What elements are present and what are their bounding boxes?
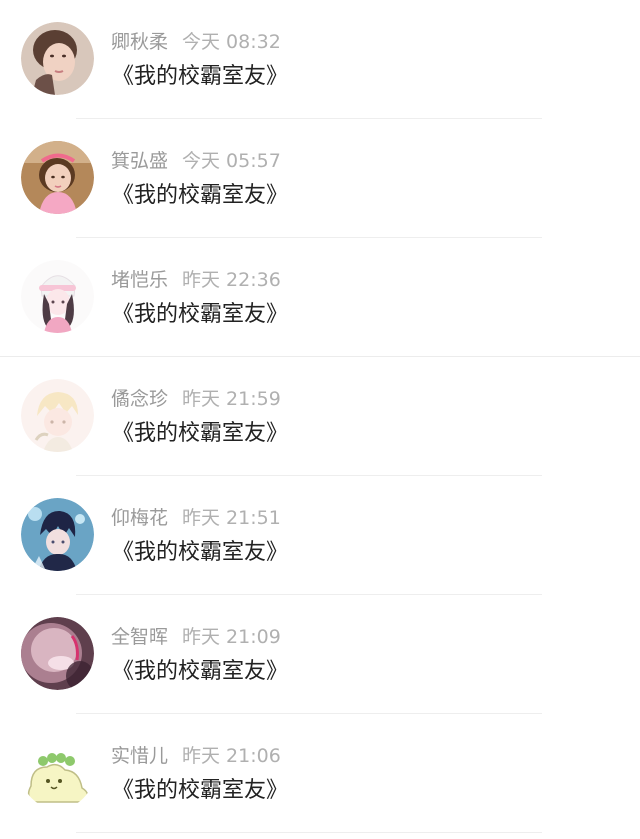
sender-name[interactable]: 卿秋柔 [111,31,168,53]
user-avatar[interactable] [21,260,94,333]
message-time: 今天 05:57 [182,150,281,172]
message-item[interactable]: 仰梅花 昨天 21:51 《我的校霸室友》 [0,476,640,595]
message-time: 昨天 21:06 [182,745,281,767]
anime-girl-avatar-icon [21,260,94,333]
sender-name[interactable]: 僪念珍 [111,388,168,410]
sender-name[interactable]: 堵恺乐 [111,269,168,291]
message-list: 卿秋柔 今天 08:32 《我的校霸室友》 箕弘盛 今天 05:57 《我的校霸室友… [0,0,640,839]
message-item[interactable]: 箕弘盛 今天 05:57 《我的校霸室友》 [0,119,640,238]
message-text[interactable]: 《我的校霸室友》 [112,62,288,92]
user-avatar[interactable] [21,617,94,690]
message-time: 昨天 22:36 [182,269,281,291]
message-text[interactable]: 《我的校霸室友》 [112,538,288,568]
sender-name[interactable]: 箕弘盛 [111,150,168,172]
message-meta: 全智晖 昨天 21:09 [111,625,281,649]
user-avatar[interactable] [21,736,94,809]
message-meta: 堵恺乐 昨天 22:36 [111,268,281,292]
message-item[interactable]: 僪念珍 昨天 21:59 《我的校霸室友》 [0,357,640,476]
message-meta: 箕弘盛 今天 05:57 [111,149,281,173]
message-item[interactable]: 堵恺乐 昨天 22:36 《我的校霸室友》 [0,238,640,357]
sender-name[interactable]: 仰梅花 [111,507,168,529]
user-avatar[interactable] [21,379,94,452]
blurred-face-avatar-icon [21,617,94,690]
user-avatar[interactable] [21,498,94,571]
message-time: 昨天 21:09 [182,626,281,648]
message-meta: 仰梅花 昨天 21:51 [111,506,281,530]
user-avatar[interactable] [21,22,94,95]
message-item[interactable]: 卿秋柔 今天 08:32 《我的校霸室友》 [0,0,640,119]
cartoon-blob-avatar-icon [21,736,94,809]
message-meta: 实惜儿 昨天 21:06 [111,744,281,768]
message-text[interactable]: 《我的校霸室友》 [112,300,288,330]
message-text[interactable]: 《我的校霸室友》 [112,419,288,449]
child-portrait-avatar-icon [21,141,94,214]
message-time: 今天 08:32 [182,31,281,53]
message-text[interactable]: 《我的校霸室友》 [112,776,288,806]
message-item[interactable]: 全智晖 昨天 21:09 《我的校霸室友》 [0,595,640,714]
message-meta: 僪念珍 昨天 21:59 [111,387,281,411]
faded-anime-avatar-icon [21,379,94,452]
user-avatar[interactable] [21,141,94,214]
message-meta: 卿秋柔 今天 08:32 [111,30,281,54]
divider [76,832,542,833]
anime-boy-avatar-icon [21,498,94,571]
message-text[interactable]: 《我的校霸室友》 [112,657,288,687]
sender-name[interactable]: 实惜儿 [111,745,168,767]
message-time: 昨天 21:51 [182,507,281,529]
message-item[interactable]: 实惜儿 昨天 21:06 《我的校霸室友》 [0,714,640,833]
message-time: 昨天 21:59 [182,388,281,410]
message-text[interactable]: 《我的校霸室友》 [112,181,288,211]
sender-name[interactable]: 全智晖 [111,626,168,648]
woman-portrait-avatar-icon [21,22,94,95]
